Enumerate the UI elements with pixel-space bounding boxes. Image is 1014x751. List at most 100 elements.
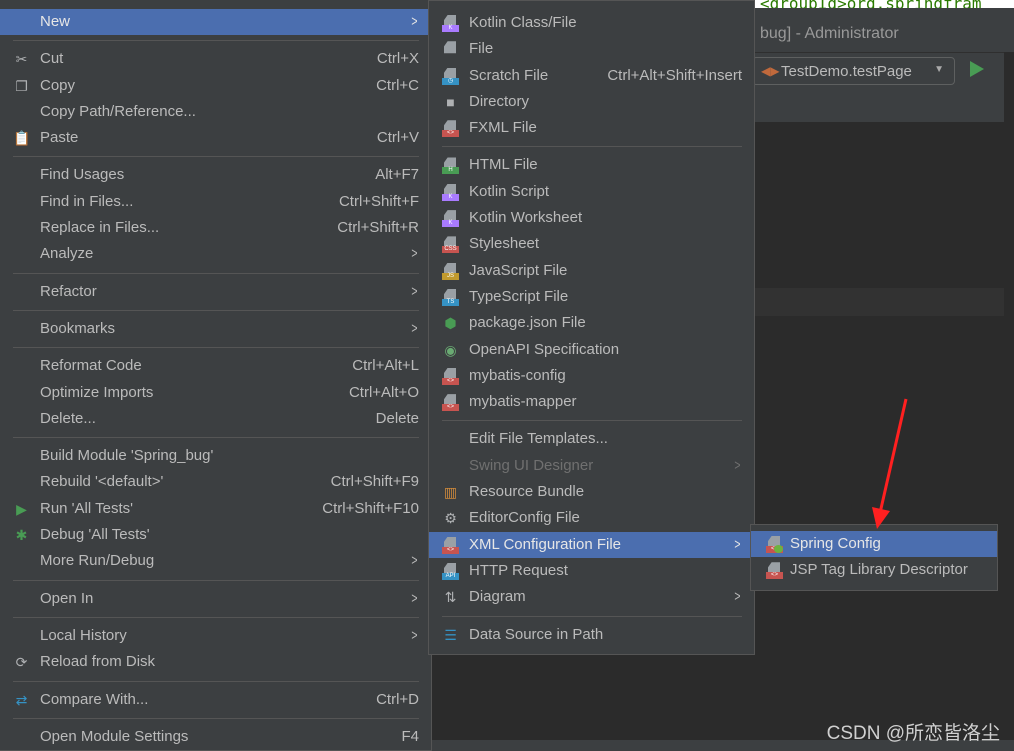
js-file-icon: JS — [442, 262, 459, 280]
menu-item-resource-bundle[interactable]: ▥ Resource Bundle — [429, 479, 754, 505]
menu-item-label: Reload from Disk — [40, 653, 156, 671]
menu-item-label: File — [469, 40, 494, 58]
menu-item-xml-configuration-file[interactable]: <> XML Configuration File > — [429, 531, 754, 558]
menu-item-label: Stylesheet — [469, 235, 540, 253]
menu-item-http-request[interactable]: API HTTP Request — [429, 558, 754, 584]
run-button[interactable] — [970, 61, 984, 77]
menu-item-find-usages[interactable]: Find Usages Alt+F7 — [0, 162, 431, 188]
menu-separator — [0, 612, 431, 623]
menu-item-open-module-settings[interactable]: Open Module Settings F4 — [0, 724, 431, 750]
menu-item-local-history[interactable]: Local History > — [0, 623, 431, 649]
debug-icon: ✱ — [15, 527, 28, 544]
chevron-right-icon: > — [734, 588, 741, 606]
shortcut-label: Delete — [375, 409, 419, 427]
shortcut-label: Ctrl+Alt+O — [348, 383, 419, 401]
nodejs-icon: ⬢ — [444, 315, 457, 332]
menu-item-label: XML Configuration File — [469, 535, 622, 553]
menu-separator — [429, 415, 754, 426]
menu-item-edit-file-templates[interactable]: Edit File Templates... — [429, 426, 754, 452]
menu-item-diagram[interactable]: ⇅ Diagram > — [429, 584, 754, 610]
menu-item-analyze[interactable]: Analyze > — [0, 241, 431, 267]
chevron-right-icon: > — [411, 319, 418, 337]
menu-item-label: Open Module Settings — [40, 727, 189, 745]
chevron-right-icon: > — [734, 456, 741, 474]
menu-item-compare-with[interactable]: ⇄ Compare With... Ctrl+D — [0, 687, 431, 713]
chevron-right-icon: > — [411, 552, 418, 570]
menu-item-label: HTML File — [469, 156, 538, 174]
menu-item-fxml-file[interactable]: <> FXML File — [429, 115, 754, 141]
watermark: CSDN @所恋皆洛尘 — [826, 723, 1000, 744]
menu-item-label: More Run/Debug — [40, 552, 155, 570]
menu-item-replace-in-files[interactable]: Replace in Files... Ctrl+Shift+R — [0, 215, 431, 241]
css-file-icon: CSS — [442, 236, 459, 254]
menu-item-html-file[interactable]: H HTML File — [429, 152, 754, 178]
scissors-icon: ✂ — [15, 51, 28, 68]
menu-separator — [429, 141, 754, 152]
shortcut-label: Ctrl+C — [376, 76, 419, 94]
menu-item-label: Find in Files... — [40, 192, 134, 210]
menu-item-new[interactable]: New > — [0, 9, 431, 36]
menu-item-kotlin-worksheet[interactable]: K Kotlin Worksheet — [429, 205, 754, 231]
menu-item-debug-all-tests[interactable]: ✱ Debug 'All Tests' — [0, 522, 431, 548]
menu-item-copy-path-reference[interactable]: Copy Path/Reference... — [0, 99, 431, 125]
menu-item-build-module-spring-bug[interactable]: Build Module 'Spring_bug' — [0, 443, 431, 469]
menu-item-directory[interactable]: ■ Directory — [429, 89, 754, 115]
menu-item-label: Edit File Templates... — [469, 430, 608, 448]
menu-item-reload-from-disk[interactable]: ⟳ Reload from Disk — [0, 649, 431, 675]
menu-item-label: TypeScript File — [469, 287, 569, 305]
menu-item-refactor[interactable]: Refactor > — [0, 279, 431, 305]
menu-item-more-run-debug[interactable]: More Run/Debug > — [0, 548, 431, 574]
scratch-file-icon: ◷ — [442, 67, 459, 85]
menu-item-run-all-tests[interactable]: ▶ Run 'All Tests' Ctrl+Shift+F10 — [0, 496, 431, 522]
menu-item-label: Data Source in Path — [469, 625, 604, 643]
menu-item-stylesheet[interactable]: CSS Stylesheet — [429, 231, 754, 257]
menu-item-open-in[interactable]: Open In > — [0, 586, 431, 612]
new-submenu: K Kotlin Class/File File ◷ Scratch File Ctrl+… — [428, 0, 755, 655]
menu-item-kotlin-class-file[interactable]: K Kotlin Class/File — [429, 10, 754, 36]
menu-item-mybatis-config[interactable]: <> mybatis-config — [429, 363, 754, 389]
menu-item-label: Find Usages — [40, 166, 125, 184]
menu-item-label: OpenAPI Specification — [469, 340, 620, 358]
menu-item-rebuild-default[interactable]: Rebuild '<default>' Ctrl+Shift+F9 — [0, 469, 431, 495]
file-icon — [442, 41, 459, 58]
shortcut-label: Alt+F7 — [375, 166, 419, 184]
menu-item-optimize-imports[interactable]: Optimize Imports Ctrl+Alt+O — [0, 380, 431, 406]
menu-item-label: mybatis-config — [469, 366, 566, 384]
compare-icon: ⇄ — [15, 691, 28, 708]
menu-item-label: Run 'All Tests' — [40, 499, 133, 517]
shortcut-label: Ctrl+D — [376, 690, 419, 708]
menu-item-reformat-code[interactable]: Reformat Code Ctrl+Alt+L — [0, 353, 431, 379]
xml-file-icon: <> — [442, 394, 459, 412]
menu-item-mybatis-mapper[interactable]: <> mybatis-mapper — [429, 389, 754, 415]
spring-config-icon: <> — [766, 536, 783, 553]
menu-item-label: HTTP Request — [469, 561, 568, 579]
menu-item-label: EditorConfig File — [469, 509, 580, 527]
menu-item-label: Diagram — [469, 588, 526, 606]
menu-item-copy[interactable]: ❐ Copy Ctrl+C — [0, 73, 431, 99]
run-config-dropdown[interactable]: ◀▶ TestDemo.testPage ▼ — [752, 57, 955, 85]
menu-item-label: Open In — [40, 589, 94, 607]
menu-item-editorconfig-file[interactable]: ⚙ EditorConfig File — [429, 505, 754, 531]
menu-item-javascript-file[interactable]: JS JavaScript File — [429, 258, 754, 284]
menu-item-package-json-file[interactable]: ⬢ package.json File — [429, 310, 754, 336]
menu-item-typescript-file[interactable]: TS TypeScript File — [429, 284, 754, 310]
menu-item-paste[interactable]: 📋 Paste Ctrl+V — [0, 125, 431, 151]
resource-bundle-icon: ▥ — [443, 484, 458, 501]
menu-item-openapi-specification[interactable]: ◉ OpenAPI Specification — [429, 337, 754, 363]
menu-item-cut[interactable]: ✂ Cut Ctrl+X — [0, 46, 431, 72]
menu-item-data-source-in-path[interactable]: ☰ Data Source in Path — [429, 622, 754, 648]
menu-item-delete[interactable]: Delete... Delete — [0, 406, 431, 432]
reload-icon: ⟳ — [15, 654, 28, 671]
kotlin-file-icon: K — [442, 15, 459, 32]
openapi-icon: ◉ — [444, 341, 457, 358]
test-config-icon: ◀▶ — [761, 64, 780, 78]
menu-item-jsp-tag-library-descriptor[interactable]: <> JSP Tag Library Descriptor — [751, 557, 997, 583]
menu-item-bookmarks[interactable]: Bookmarks > — [0, 316, 431, 342]
menu-item-scratch-file[interactable]: ◷ Scratch File Ctrl+Alt+Shift+Insert — [429, 63, 754, 89]
menu-item-label: Copy — [40, 76, 76, 94]
menu-item-file[interactable]: File — [429, 36, 754, 62]
fxml-file-icon: <> — [442, 120, 459, 138]
shortcut-label: Ctrl+Shift+F9 — [330, 473, 419, 491]
menu-item-find-in-files[interactable]: Find in Files... Ctrl+Shift+F — [0, 189, 431, 215]
menu-item-kotlin-script[interactable]: K Kotlin Script — [429, 179, 754, 205]
